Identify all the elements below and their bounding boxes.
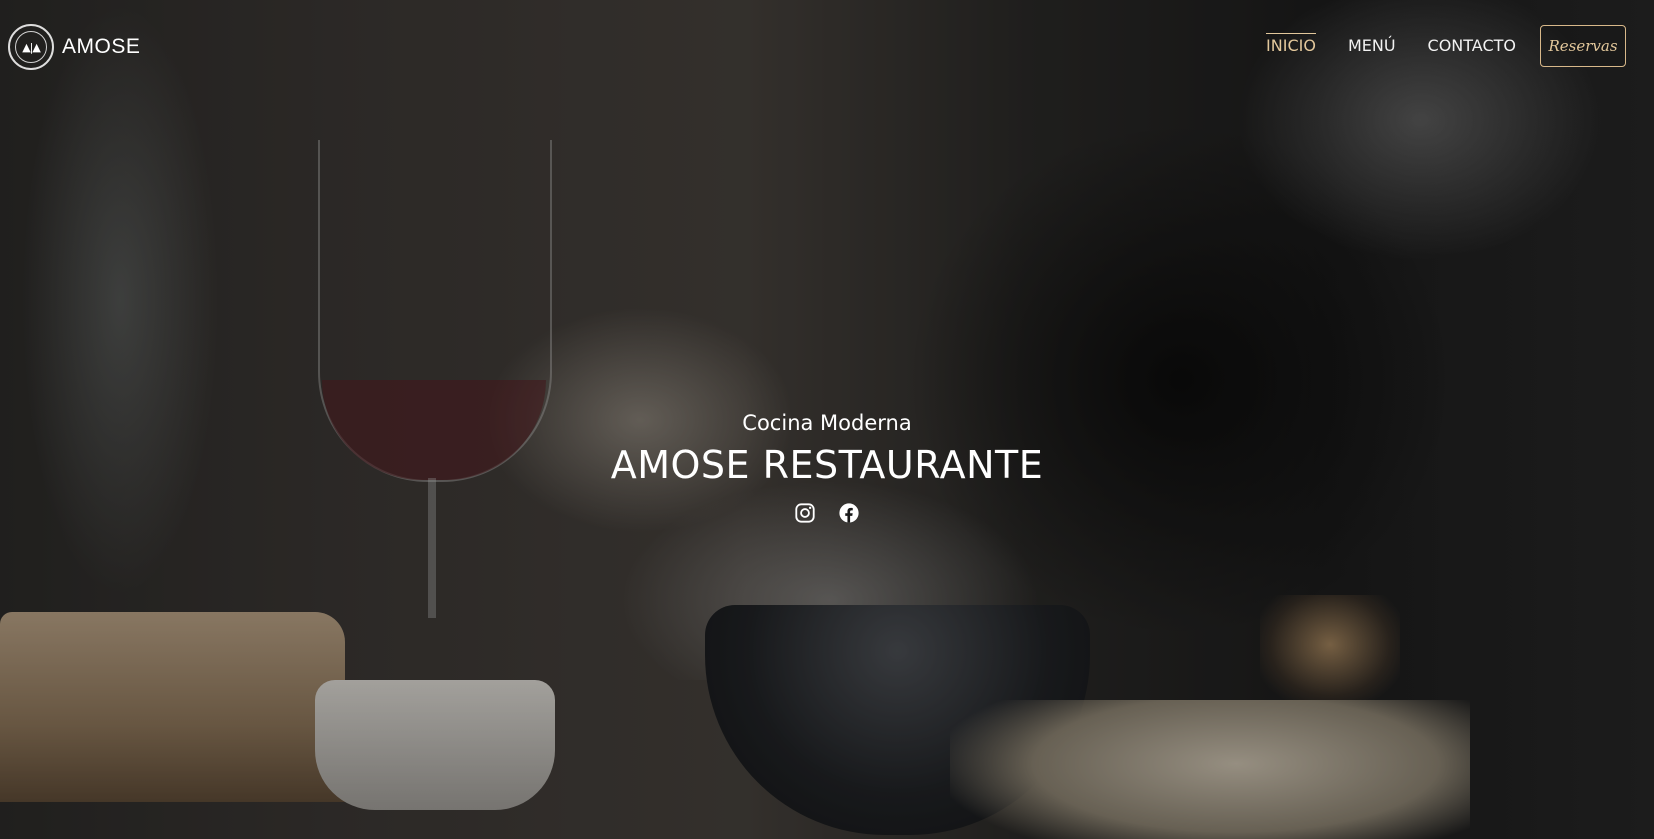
hero-subtitle: Cocina Moderna	[742, 411, 912, 435]
hero-title: AMOSE RESTAURANTE	[610, 443, 1044, 487]
facebook-icon[interactable]	[838, 502, 860, 524]
nav-item-menu[interactable]: MENÚ	[1348, 22, 1396, 69]
instagram-icon[interactable]	[794, 502, 816, 524]
nav-item-inicio[interactable]: INICIO	[1266, 22, 1316, 69]
hero-section: ▲|▲ AMOSE INICIO MENÚ CONTACTO Reservas …	[0, 0, 1654, 839]
logo-link[interactable]: ▲|▲ AMOSE	[8, 22, 140, 72]
reservas-button[interactable]: Reservas	[1540, 24, 1626, 67]
logo-icon: ▲|▲	[8, 24, 54, 70]
social-links	[0, 502, 1654, 524]
main-nav: INICIO MENÚ CONTACTO Reservas	[1234, 22, 1626, 69]
nav-item-contacto[interactable]: CONTACTO	[1428, 22, 1516, 69]
hero-content: Cocina Moderna AMOSE RESTAURANTE	[0, 410, 1654, 524]
logo-glyph: ▲|▲	[15, 31, 47, 63]
brand-name: AMOSE	[62, 35, 141, 58]
